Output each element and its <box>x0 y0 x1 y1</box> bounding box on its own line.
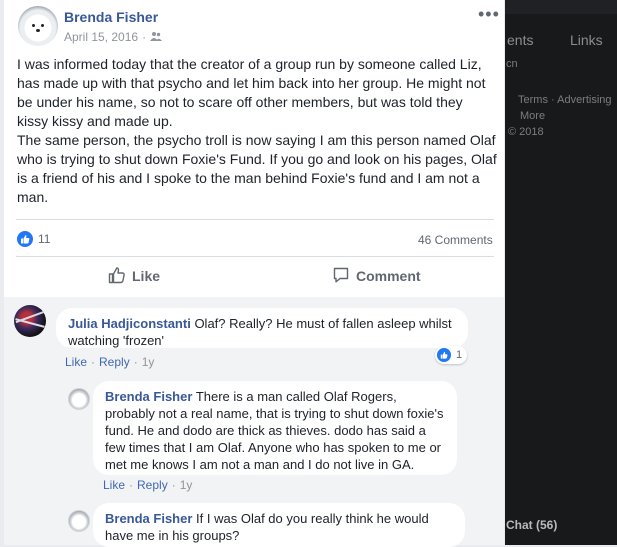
post-paragraph-1: I was informed today that the creator of… <box>17 56 486 129</box>
comment-like-link[interactable]: Like <box>65 355 87 369</box>
comment-author-name[interactable]: Julia Hadjiconstanti <box>68 316 191 331</box>
post-card: Brenda Fisher April 15, 2016 · ••• I was… <box>4 0 504 297</box>
reply-reply-link[interactable]: Reply <box>137 478 168 492</box>
reply-author-avatar[interactable] <box>68 388 90 410</box>
comment-button-label: Comment <box>356 268 421 284</box>
like-reaction-icon <box>17 231 33 247</box>
reply-actions: Like · Reply · 1y <box>103 478 193 492</box>
reply-bubble: Brenda Fisher If I was Olaf do you reall… <box>93 503 465 547</box>
post-meta: April 15, 2016 · <box>64 30 163 44</box>
reply-author-avatar[interactable] <box>68 510 90 532</box>
divider <box>16 256 494 257</box>
background-chat-label: Chat (56) <box>506 518 558 532</box>
background-text: cn <box>506 58 518 70</box>
reply-bubble: Brenda Fisher There is a man called Olaf… <box>93 381 457 475</box>
comment-button[interactable]: Comment <box>332 262 421 290</box>
commenter-avatar[interactable] <box>14 305 46 337</box>
like-count: 11 <box>38 232 51 246</box>
background-more-link: More <box>520 110 546 122</box>
post-date[interactable]: April 15, 2016 <box>64 30 138 44</box>
like-button-label: Like <box>132 268 161 284</box>
background-topbar <box>505 0 617 14</box>
like-button[interactable]: Like <box>108 262 160 290</box>
post-paragraph-2: The same person, the psycho troll is now… <box>17 132 497 205</box>
comment-timestamp[interactable]: 1y <box>142 355 155 369</box>
post-options-button[interactable]: ••• <box>478 4 500 25</box>
background-tab-events: ents <box>507 32 534 48</box>
background-copyright: © 2018 <box>508 126 544 138</box>
background-page <box>505 0 617 545</box>
background-terms-links: Terms · Advertising <box>518 94 612 106</box>
comment-actions: Like · Reply · 1y <box>65 355 155 369</box>
post-body: I was informed today that the creator of… <box>17 55 497 207</box>
reply-author-name[interactable]: Brenda Fisher <box>105 511 192 526</box>
reply-like-link[interactable]: Like <box>103 478 125 492</box>
reply-author-name[interactable]: Brenda Fisher <box>105 389 192 404</box>
speech-bubble-icon <box>332 266 350 287</box>
thumbs-up-icon <box>108 266 126 287</box>
comment-bubble: Julia Hadjiconstanti Olaf? Really? He mu… <box>56 308 468 348</box>
background-tab-links: Links <box>570 32 603 48</box>
post-author-name[interactable]: Brenda Fisher <box>64 9 158 25</box>
group-audience-icon <box>150 31 163 43</box>
like-reaction-icon <box>437 348 451 362</box>
comment-reaction-badge[interactable]: 1 <box>435 346 468 364</box>
comment-count-link[interactable]: 46 Comments <box>418 233 493 247</box>
author-avatar[interactable] <box>18 6 58 46</box>
divider <box>16 219 494 220</box>
reply-timestamp[interactable]: 1y <box>180 478 193 492</box>
comment-reply-link[interactable]: Reply <box>99 355 130 369</box>
reaction-count: 1 <box>456 349 463 361</box>
reactions-summary[interactable]: 11 <box>17 231 50 247</box>
